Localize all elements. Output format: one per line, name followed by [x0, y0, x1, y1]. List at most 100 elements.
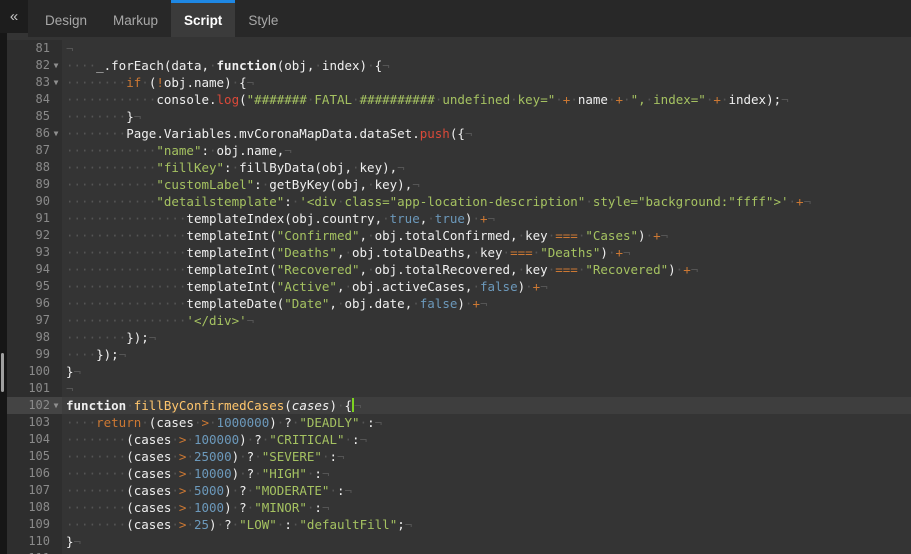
fold-spacer — [50, 482, 62, 499]
code-text[interactable]: ············"detailstemplate":·'<div·cla… — [62, 193, 911, 210]
whitespace-marker: ············ — [66, 177, 156, 192]
code-line[interactable]: 111¬ — [7, 550, 911, 554]
token: FATAL — [314, 92, 352, 107]
whitespace-marker: ········ — [66, 449, 126, 464]
code-text[interactable]: ················templateInt("Active",·ob… — [62, 278, 911, 295]
whitespace-marker: ¬ — [480, 296, 488, 311]
collapse-panel-button[interactable]: « — [0, 0, 28, 33]
code-line[interactable]: 81¬ — [7, 40, 911, 57]
fold-arrow-icon[interactable]: ▼ — [50, 74, 62, 91]
token: index); — [728, 92, 781, 107]
fold-spacer — [50, 516, 62, 533]
code-line[interactable]: 88············"fillKey":·fillByData(obj,… — [7, 159, 911, 176]
code-line[interactable]: 110}¬ — [7, 533, 911, 550]
token: templateIndex(obj.country, — [186, 211, 382, 226]
code-line[interactable]: 87············"name":·obj.name,¬ — [7, 142, 911, 159]
whitespace-marker: · — [171, 483, 179, 498]
code-text[interactable]: }¬ — [62, 533, 911, 550]
code-line[interactable]: 102▼function·fillByConfirmedCases(cases)… — [7, 397, 911, 414]
fold-arrow-icon[interactable]: ▼ — [50, 57, 62, 74]
code-line[interactable]: 108········(cases·>·1000)·?·"MINOR"·:¬ — [7, 499, 911, 516]
code-line[interactable]: 91················templateIndex(obj.coun… — [7, 210, 911, 227]
code-text[interactable]: ················templateDate("Date",·obj… — [62, 295, 911, 312]
script-editor-window: « DesignMarkupScriptStyle 81¬82▼····_.fo… — [0, 0, 911, 554]
whitespace-marker: · — [608, 92, 616, 107]
tab-style[interactable]: Style — [235, 0, 291, 37]
code-line[interactable]: 97················'</div>'¬ — [7, 312, 911, 329]
code-line[interactable]: 105········(cases·>·25000)·?·"SEVERE"·:¬ — [7, 448, 911, 465]
code-text[interactable]: ················templateInt("Recovered",… — [62, 261, 911, 278]
code-text[interactable]: ················'</div>'¬ — [62, 312, 911, 329]
tab-script[interactable]: Script — [171, 0, 235, 37]
code-text[interactable]: ····return·(cases·>·1000000)·?·"DEADLY"·… — [62, 414, 911, 431]
whitespace-marker: · — [472, 245, 480, 260]
code-text[interactable]: ········});¬ — [62, 329, 911, 346]
code-text[interactable]: ········(cases·>·100000)·?·"CRITICAL"·:¬ — [62, 431, 911, 448]
code-line[interactable]: 106 ········(cases·>·10000)·?·"HIGH"·:¬ — [7, 465, 911, 482]
code-line[interactable]: 103····return·(cases·>·1000000)·?·"DEADL… — [7, 414, 911, 431]
code-line[interactable]: 107········(cases·>·5000)·?·"MODERATE"·:… — [7, 482, 911, 499]
token: class="app-location-description" — [344, 194, 585, 209]
token: "detailstemplate" — [156, 194, 284, 209]
code-line[interactable]: 83▼········if·(!obj.name)·{¬ — [7, 74, 911, 91]
code-line[interactable]: 82▼····_.forEach(data,·function(obj,·ind… — [7, 57, 911, 74]
whitespace-marker: ¬ — [74, 534, 82, 549]
code-text[interactable]: ············console.log("#######·FATAL·#… — [62, 91, 911, 108]
tab-design[interactable]: Design — [32, 0, 100, 37]
token: 5000 — [194, 483, 224, 498]
code-line[interactable]: 104········(cases·>·100000)·?·"CRITICAL"… — [7, 431, 911, 448]
token: "Recovered" — [585, 262, 668, 277]
fold-spacer — [50, 91, 62, 108]
code-line[interactable]: 84············console.log("#######·FATAL… — [7, 91, 911, 108]
whitespace-marker: ¬ — [360, 432, 368, 447]
code-text[interactable]: function·fillByConfirmedCases(cases)·{¬ — [62, 397, 911, 414]
code-line[interactable]: 99····});¬ — [7, 346, 911, 363]
code-line[interactable]: 85········}¬ — [7, 108, 911, 125]
token: true — [390, 211, 420, 226]
token: ( — [284, 398, 292, 413]
code-line[interactable]: 98········});¬ — [7, 329, 911, 346]
code-text[interactable]: ····});¬ — [62, 346, 911, 363]
code-text[interactable]: ····_.forEach(data,·function(obj,·index)… — [62, 57, 911, 74]
code-line[interactable]: 109········(cases·>·25)·?·"LOW"·:·"defau… — [7, 516, 911, 533]
code-line[interactable]: 90············"detailstemplate":·'<div·c… — [7, 193, 911, 210]
code-line[interactable]: 96················templateDate("Date",·o… — [7, 295, 911, 312]
code-text[interactable]: ········}¬ — [62, 108, 911, 125]
code-text[interactable]: }¬ — [62, 363, 911, 380]
code-line[interactable]: 101¬ — [7, 380, 911, 397]
code-text[interactable]: ········(cases·>·10000)·?·"HIGH"·:¬ — [62, 465, 911, 482]
whitespace-marker: ¬ — [322, 466, 330, 481]
code-text[interactable]: ········(cases·>·25000)·?·"SEVERE"·:¬ — [62, 448, 911, 465]
line-number: 106 — [7, 465, 50, 482]
code-line[interactable]: 89············"customLabel":·getByKey(ob… — [7, 176, 911, 193]
code-text[interactable]: ········if·(!obj.name)·{¬ — [62, 74, 911, 91]
code-text[interactable]: ········(cases·>·25)·?·"LOW"·:·"defaultF… — [62, 516, 911, 533]
code-text[interactable]: ············"customLabel":·getByKey(obj,… — [62, 176, 911, 193]
fold-arrow-icon[interactable]: ▼ — [50, 397, 62, 414]
code-line[interactable]: 93················templateInt("Deaths",·… — [7, 244, 911, 261]
code-line[interactable]: 92················templateInt("Confirmed… — [7, 227, 911, 244]
token: ) — [224, 500, 232, 515]
code-text[interactable]: ¬ — [62, 40, 911, 57]
code-text[interactable]: ········(cases·>·5000)·?·"MODERATE"·:¬ — [62, 482, 911, 499]
left-scrollbar-thumb[interactable] — [1, 353, 4, 392]
code-text[interactable]: ¬ — [62, 380, 911, 397]
code-editor[interactable]: 81¬82▼····_.forEach(data,·function(obj,·… — [7, 37, 911, 554]
code-line[interactable]: 95················templateInt("Active",·… — [7, 278, 911, 295]
code-text[interactable]: ········(cases·>·1000)·?·"MINOR"·:¬ — [62, 499, 911, 516]
token: : — [201, 143, 209, 158]
code-text[interactable]: ¬ — [62, 550, 911, 554]
code-line[interactable]: 94················templateInt("Recovered… — [7, 261, 911, 278]
code-text[interactable]: ················templateInt("Confirmed",… — [62, 227, 911, 244]
code-text[interactable]: ················templateInt("Deaths",·ob… — [62, 244, 911, 261]
whitespace-marker: ········ — [66, 466, 126, 481]
code-text[interactable]: ················templateIndex(obj.countr… — [62, 210, 911, 227]
code-text[interactable]: ········Page.Variables.mvCoronaMapData.d… — [62, 125, 911, 142]
code-line[interactable]: 86▼········Page.Variables.mvCoronaMapDat… — [7, 125, 911, 142]
code-text[interactable]: ············"fillKey":·fillByData(obj,·k… — [62, 159, 911, 176]
tab-markup[interactable]: Markup — [100, 0, 171, 37]
token: "customLabel" — [156, 177, 254, 192]
code-text[interactable]: ············"name":·obj.name,¬ — [62, 142, 911, 159]
fold-arrow-icon[interactable]: ▼ — [50, 125, 62, 142]
code-line[interactable]: 100}¬ — [7, 363, 911, 380]
